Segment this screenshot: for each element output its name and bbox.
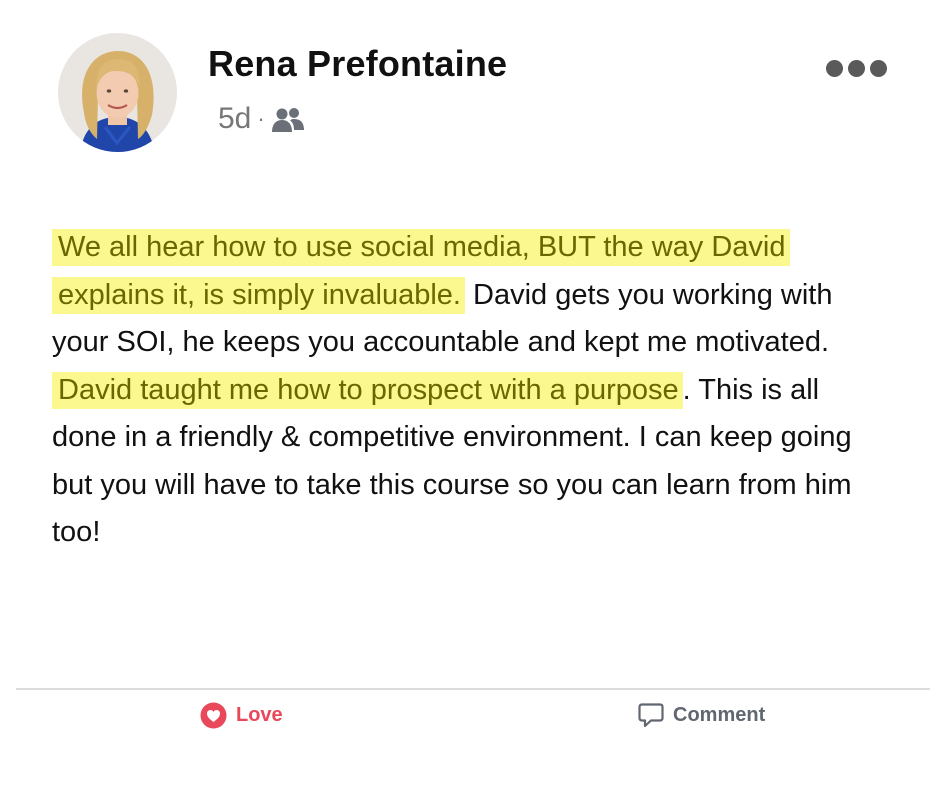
more-dot [826, 60, 843, 77]
comment-label: Comment [673, 704, 766, 726]
comment-button[interactable]: Comment [638, 702, 765, 729]
highlighted-text: David taught me how to prospect with a p… [52, 371, 683, 409]
comment-icon [638, 702, 664, 729]
meta-separator: · [257, 106, 265, 131]
more-dot [848, 60, 865, 77]
author-name[interactable]: Rena Prefontaine [208, 43, 507, 85]
divider [16, 688, 930, 690]
post-timestamp[interactable]: 5d [218, 102, 251, 136]
love-label: Love [236, 704, 283, 726]
friends-icon[interactable] [271, 106, 305, 133]
more-options-icon[interactable] [826, 60, 887, 77]
post-meta: 5d · [218, 102, 305, 136]
heart-icon [200, 702, 227, 729]
more-dot [870, 60, 887, 77]
avatar-image [58, 33, 177, 152]
love-button[interactable]: Love [200, 702, 283, 729]
post-text: We all hear how to use social media, BUT… [52, 224, 882, 557]
avatar[interactable] [58, 33, 177, 152]
